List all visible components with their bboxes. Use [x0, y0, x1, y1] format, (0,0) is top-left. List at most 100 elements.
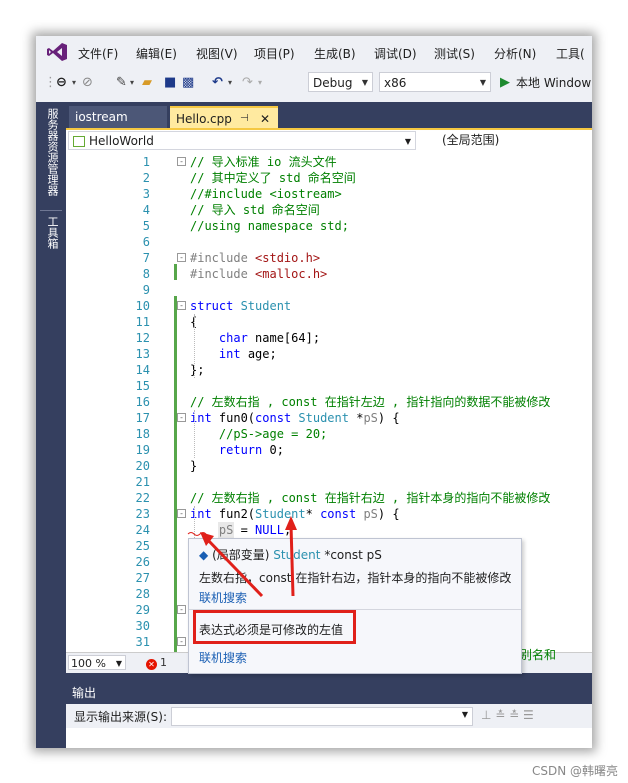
- code-line[interactable]: 7 - #include <stdio.h>: [66, 250, 592, 266]
- error-highlight-box: [193, 610, 356, 644]
- tab-label: iostream: [75, 110, 128, 124]
- new-project-icon[interactable]: ✎: [116, 75, 127, 91]
- code-text: //using namespace std;: [190, 218, 349, 234]
- project-dropdown[interactable]: HelloWorld ▼: [68, 131, 416, 150]
- menu-analyze[interactable]: 分析(N): [494, 45, 536, 62]
- fold-toggle-icon[interactable]: -: [177, 157, 186, 166]
- tab-iostream[interactable]: iostream: [69, 106, 167, 128]
- undo-dropdown-icon[interactable]: ▾: [228, 75, 232, 91]
- config-value: Debug: [313, 76, 353, 90]
- forward-icon[interactable]: ⊘: [82, 75, 93, 91]
- menu-file[interactable]: 文件(F): [78, 45, 118, 62]
- tooltip-rest: *const pS: [320, 548, 382, 562]
- fold-toggle-icon[interactable]: -: [177, 605, 186, 614]
- code-token: <malloc.h>: [255, 267, 328, 281]
- fold-toggle-icon[interactable]: -: [177, 509, 186, 518]
- code-text: char name[64];: [190, 330, 320, 346]
- save-icon[interactable]: ■: [164, 75, 176, 91]
- code-line[interactable]: 16 // 左数右指 , const 在指针左边 , 指针指向的数据不能被修改: [66, 394, 592, 410]
- code-line[interactable]: 15: [66, 378, 592, 394]
- code-line[interactable]: 8 #include <malloc.h>: [66, 266, 592, 282]
- pin-icon[interactable]: ⊣: [240, 108, 249, 130]
- code-line[interactable]: 12 char name[64];: [66, 330, 592, 346]
- output-toolbar-icons[interactable]: ⊥ ≛ ≛ ☰: [481, 708, 534, 722]
- undo-icon[interactable]: ↶: [212, 75, 223, 91]
- toolbox-tab[interactable]: 工具箱: [44, 216, 59, 249]
- code-line[interactable]: 9: [66, 282, 592, 298]
- code-line[interactable]: 19 return 0;: [66, 442, 592, 458]
- platform-dropdown[interactable]: x86 ▼: [379, 72, 491, 92]
- code-line[interactable]: 14};: [66, 362, 592, 378]
- toolbar: ⋮ ⊖ ▾ ⊘ ✎ ▾ ▰ ■ ▩ ↶ ▾ ↷ ▾ Debug ▼ x86 ▼ …: [36, 68, 592, 98]
- code-token: // 左数右指 , const 在指针左边 , 指针指向的数据不能被修改: [190, 395, 551, 409]
- menu-edit[interactable]: 编辑(E): [136, 45, 177, 62]
- menu-test[interactable]: 测试(S): [434, 45, 475, 62]
- back-dropdown-icon[interactable]: ▾: [72, 75, 76, 91]
- output-title: 输出: [72, 686, 97, 700]
- line-number: 7: [142, 251, 150, 265]
- code-text: int fun0(const Student *pS) {: [190, 410, 400, 426]
- fold-toggle-icon[interactable]: -: [177, 301, 186, 310]
- fold-toggle-icon[interactable]: -: [177, 253, 186, 262]
- code-line[interactable]: 20}: [66, 458, 592, 474]
- tab-hello-cpp[interactable]: Hello.cpp ⊣ ✕: [170, 106, 278, 128]
- chevron-down-icon: ▼: [479, 78, 486, 87]
- close-icon[interactable]: ✕: [260, 108, 270, 130]
- code-text: int fun2(Student* const pS) {: [190, 506, 400, 522]
- code-line[interactable]: 24 pS = NULL;: [66, 522, 592, 538]
- code-line[interactable]: 22 // 左数右指 , const 在指针右边 , 指针本身的指向不能被修改: [66, 490, 592, 506]
- code-line[interactable]: 2 // 其中定义了 std 命名空间: [66, 170, 592, 186]
- output-source-dropdown[interactable]: ▼: [171, 707, 473, 726]
- chevron-down-icon: ▼: [461, 710, 468, 719]
- redo-icon[interactable]: ↷: [242, 75, 253, 91]
- line-number: 24: [135, 523, 150, 537]
- code-line[interactable]: 4 // 导入 std 命名空间: [66, 202, 592, 218]
- fold-toggle-icon[interactable]: -: [177, 413, 186, 422]
- menu-tools[interactable]: 工具(: [556, 45, 585, 62]
- code-line[interactable]: 13 int age;: [66, 346, 592, 362]
- code-token: // 导入标准 io 流头文件: [190, 155, 337, 169]
- scope-dropdown[interactable]: (全局范围): [418, 131, 592, 150]
- code-line[interactable]: 3 //#include <iostream>: [66, 186, 592, 202]
- open-folder-icon[interactable]: ▰: [142, 75, 152, 91]
- server-explorer-tab[interactable]: 服务器资源管理器: [44, 108, 59, 196]
- error-count[interactable]: ✕ 1: [146, 656, 167, 670]
- code-token: pS: [363, 507, 378, 521]
- code-line[interactable]: 18 //pS->age = 20;: [66, 426, 592, 442]
- output-body[interactable]: [66, 728, 592, 748]
- code-token: name[64];: [247, 331, 321, 345]
- code-token: ;: [283, 523, 292, 537]
- online-search-link[interactable]: 联机搜索: [199, 589, 247, 606]
- line-number: 11: [135, 315, 150, 329]
- line-number: 9: [142, 283, 150, 297]
- code-line[interactable]: 6: [66, 234, 592, 250]
- fold-toggle-icon[interactable]: -: [177, 637, 186, 646]
- line-number: 23: [135, 507, 150, 521]
- back-icon[interactable]: ⊖: [56, 75, 67, 91]
- save-all-icon[interactable]: ▩: [182, 75, 194, 91]
- menu-build[interactable]: 生成(B): [314, 45, 356, 62]
- chevron-down-icon: ▼: [115, 659, 122, 668]
- code-line[interactable]: 23 - int fun2(Student* const pS) {: [66, 506, 592, 522]
- code-token: };: [190, 363, 205, 377]
- code-token: *: [305, 507, 321, 521]
- code-line[interactable]: 17 - int fun0(const Student *pS) {: [66, 410, 592, 426]
- menu-bar: 文件(F) 编辑(E) 视图(V) 项目(P) 生成(B) 调试(D) 测试(S…: [36, 36, 592, 68]
- new-dropdown-icon[interactable]: ▾: [130, 75, 134, 91]
- redo-dropdown-icon[interactable]: ▾: [258, 75, 262, 91]
- menu-debug[interactable]: 调试(D): [374, 45, 417, 62]
- config-dropdown[interactable]: Debug ▼: [308, 72, 373, 92]
- zoom-dropdown[interactable]: 100 % ▼: [68, 655, 126, 670]
- online-search-link-2[interactable]: 联机搜索: [199, 649, 247, 666]
- code-line[interactable]: 5 //using namespace std;: [66, 218, 592, 234]
- menu-view[interactable]: 视图(V): [196, 45, 238, 62]
- code-line[interactable]: 1 -// 导入标准 io 流头文件: [66, 154, 592, 170]
- navigation-bar: HelloWorld ▼ (全局范围): [66, 130, 592, 153]
- menu-project[interactable]: 项目(P): [254, 45, 295, 62]
- code-line[interactable]: 11{: [66, 314, 592, 330]
- code-line[interactable]: 21: [66, 474, 592, 490]
- run-target-label[interactable]: 本地 Window: [516, 75, 591, 91]
- run-icon[interactable]: ▶: [500, 75, 510, 91]
- code-line[interactable]: 10 - struct Student: [66, 298, 592, 314]
- code-token: const: [320, 507, 364, 521]
